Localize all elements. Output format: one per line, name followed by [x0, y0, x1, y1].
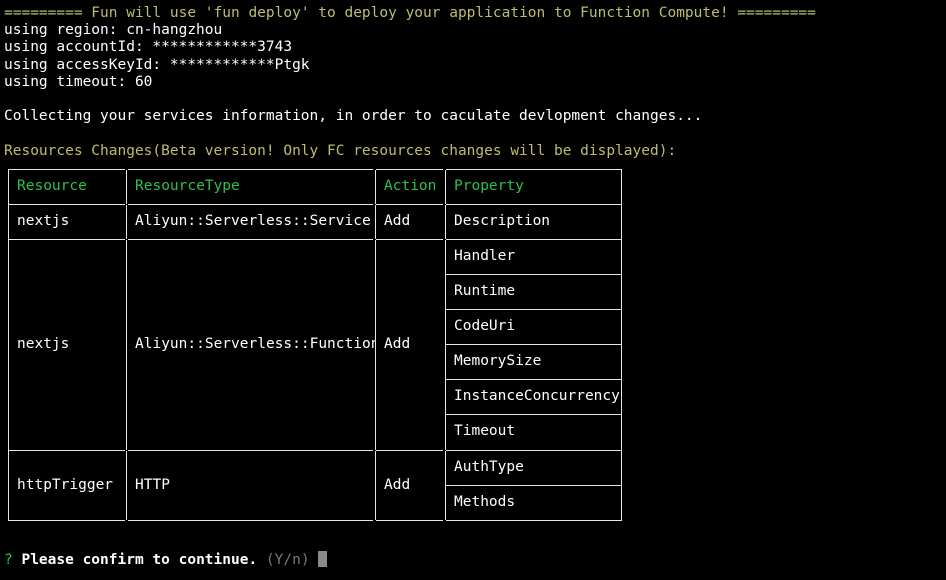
table-bottom-border	[8, 520, 622, 521]
table-row[interactable]: nextjs Aliyun::Serverless::Service Add D…	[8, 205, 622, 239]
property-item: InstanceConcurrency	[445, 380, 622, 414]
property-item: Handler	[445, 240, 622, 274]
info-line-region: using region: cn-hangzhou	[4, 22, 946, 39]
cell-property-group: Handler Runtime CodeUri MemorySize Insta…	[445, 240, 622, 450]
table-row[interactable]: httpTrigger HTTP Add AuthType Methods	[8, 451, 622, 520]
column-header-property: Property	[445, 170, 622, 204]
block-cursor-icon[interactable]	[318, 551, 327, 567]
column-header-resource-type: ResourceType	[126, 170, 375, 204]
prompt-gap	[310, 552, 319, 568]
property-item: CodeUri	[445, 310, 622, 344]
collecting-status-line: Collecting your services information, in…	[4, 108, 946, 125]
cell-resource: httpTrigger	[8, 451, 126, 520]
spacer-1	[4, 91, 946, 108]
column-header-resource: Resource	[8, 170, 126, 204]
prompt-spacer	[257, 552, 266, 568]
cell-action: Add	[375, 451, 445, 520]
resources-changes-heading: Resources Changes(Beta version! Only FC …	[4, 143, 946, 160]
prompt-question-text: Please confirm to continue.	[21, 552, 257, 568]
property-item: AuthType	[445, 451, 622, 485]
column-header-action: Action	[375, 170, 445, 204]
cell-resource-type: HTTP	[126, 451, 375, 520]
property-item: Timeout	[445, 415, 622, 449]
prompt-marker-icon: ?	[4, 552, 13, 568]
banner-left-rule: =========	[4, 5, 83, 21]
cell-property-group: AuthType Methods	[445, 451, 622, 520]
cell-resource: nextjs	[8, 205, 126, 239]
property-item: Runtime	[445, 275, 622, 309]
confirm-prompt[interactable]: ? Please confirm to continue. (Y/n)	[4, 551, 327, 569]
spacer-2	[4, 125, 946, 142]
banner-line: ========= Fun will use 'fun deploy' to d…	[4, 5, 946, 22]
table-header-row: Resource ResourceType Action Property	[8, 170, 622, 204]
cell-action: Add	[375, 240, 445, 450]
cell-action: Add	[375, 205, 445, 239]
banner-text: Fun will use 'fun deploy' to deploy your…	[83, 5, 738, 21]
cell-resource-type: Aliyun::Serverless::Service	[126, 205, 375, 239]
info-line-access-key-id: using accessKeyId: ************Ptgk	[4, 57, 946, 74]
resource-changes-table: Resource ResourceType Action Property ne…	[8, 169, 622, 521]
property-item: MemorySize	[445, 345, 622, 379]
banner-right-rule: =========	[737, 5, 816, 21]
property-item: Methods	[445, 486, 622, 520]
cell-resource-type: Aliyun::Serverless::Function	[126, 240, 375, 450]
prompt-hint: (Y/n)	[266, 552, 310, 568]
terminal-window: ========= Fun will use 'fun deploy' to d…	[0, 0, 946, 580]
cell-property: Description	[445, 205, 622, 239]
info-line-account-id: using accountId: ************3743	[4, 39, 946, 56]
cell-resource: nextjs	[8, 240, 126, 450]
table-row[interactable]: nextjs Aliyun::Serverless::Function Add …	[8, 240, 622, 450]
info-line-timeout: using timeout: 60	[4, 74, 946, 91]
